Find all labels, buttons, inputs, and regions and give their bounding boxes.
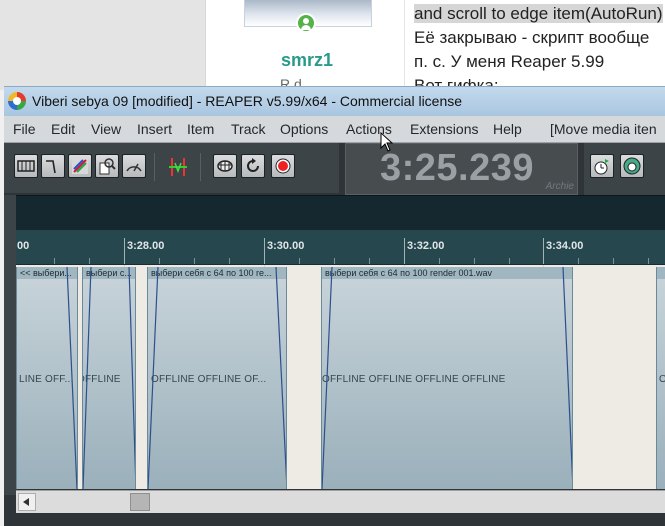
ruler-minor-tick <box>54 258 55 264</box>
record-icon[interactable] <box>271 154 295 178</box>
ruler-minor-tick <box>509 258 510 264</box>
web-left-column <box>0 0 206 90</box>
loop-icon[interactable] <box>241 154 265 178</box>
media-item[interactable]: << выбери... LINE OFF... <box>16 267 78 489</box>
headphone-icon[interactable] <box>620 154 644 178</box>
menu-file[interactable]: File <box>13 121 36 137</box>
ruler-label: 3:30.00 <box>267 240 305 252</box>
region-lane[interactable] <box>16 195 665 231</box>
reaper-window: Viberi sebya 09 [modified] - REAPER v5.9… <box>4 86 665 526</box>
fade-out-curve[interactable] <box>17 267 78 489</box>
scroll-track[interactable] <box>38 494 638 510</box>
scroll-left-button[interactable] <box>18 493 36 511</box>
window-title: Viberi sebya 09 [modified] - REAPER v5.9… <box>32 93 463 109</box>
ruler-minor-tick <box>613 258 614 264</box>
ruler-minor-tick <box>334 258 335 264</box>
scroll-thumb[interactable] <box>130 493 150 511</box>
main-toolbar <box>4 143 339 193</box>
menu-extensions[interactable]: Extensions <box>410 121 478 137</box>
menu-bar: File Edit View Insert Item Track Options… <box>4 116 665 143</box>
media-item-header <box>657 267 665 279</box>
fade-curves[interactable] <box>83 267 136 489</box>
horizontal-scrollbar[interactable] <box>16 490 665 513</box>
toolbar-separator <box>154 153 155 181</box>
media-item[interactable]: выбери себя с 64 по 100 re... OFFLINE OF… <box>147 267 287 489</box>
menu-options[interactable]: Options <box>280 121 328 137</box>
ruler-tick <box>543 238 544 264</box>
post-line-3: п. с. У меня Reaper 5.99 <box>414 52 605 71</box>
toolbar-separator <box>200 153 201 181</box>
ruler-minor-tick <box>89 258 90 264</box>
ruler-label: 3:28.00 <box>127 240 165 252</box>
color-icon[interactable] <box>68 154 92 178</box>
offline-label: OF <box>659 374 665 385</box>
ruler-minor-tick <box>439 258 440 264</box>
forum-username[interactable]: smrz1 <box>244 50 370 71</box>
arrange-view[interactable]: << выбери... LINE OFF... выбери с... OFF… <box>16 265 665 489</box>
ruler-minor-tick <box>648 258 649 264</box>
ruler-tick <box>124 238 125 264</box>
menu-track[interactable]: Track <box>231 121 265 137</box>
reaper-app-icon[interactable] <box>8 92 26 110</box>
media-item[interactable]: выбери с... OFFLINE <box>82 267 136 489</box>
forum-post-text: and scroll to edge item(AutoRun) Её закр… <box>414 2 663 98</box>
time-readout: 3:25.239 <box>380 147 535 189</box>
menu-insert[interactable]: Insert <box>137 121 172 137</box>
item-props-icon[interactable] <box>95 154 119 178</box>
mouse-cursor-icon <box>380 132 394 152</box>
ruler-minor-tick <box>194 258 195 264</box>
menu-view[interactable]: View <box>91 121 121 137</box>
post-line-2: Её закрываю - скрипт вообще <box>414 28 650 47</box>
title-bar[interactable]: Viberi sebya 09 [modified] - REAPER v5.9… <box>4 86 665 116</box>
fade-curves[interactable] <box>148 267 287 489</box>
ruler-tick <box>264 238 265 264</box>
track-panel-edge <box>4 195 16 495</box>
menu-edit[interactable]: Edit <box>51 121 75 137</box>
ruler-minor-tick <box>578 258 579 264</box>
ruler-minor-tick <box>299 258 300 264</box>
menu-help[interactable]: Help <box>493 121 522 137</box>
clock-icon[interactable] <box>590 154 614 178</box>
meter-icon[interactable] <box>122 154 146 178</box>
post-line-1: and scroll to edge item(AutoRun) <box>414 4 663 23</box>
ruler-label: 3:32.00 <box>407 240 445 252</box>
media-item[interactable]: выбери себя с 64 по 100 render 001.wav O… <box>321 267 573 489</box>
menu-item[interactable]: Item <box>187 121 214 137</box>
theme-label: Archie <box>545 181 574 192</box>
web-divider <box>404 0 405 90</box>
ripple-icon[interactable] <box>165 154 189 178</box>
menu-last-action[interactable]: [Move media iten <box>550 121 657 137</box>
online-status-icon <box>296 13 316 33</box>
ruler-minor-tick <box>229 258 230 264</box>
ruler-label: 3:34.00 <box>546 240 584 252</box>
ruler-tick <box>404 238 405 264</box>
envelope-icon[interactable] <box>41 154 65 178</box>
timeline-ruler[interactable]: 00 3:28.00 3:30.00 3:32.00 3:34.00 <box>16 230 665 265</box>
media-item[interactable]: OF <box>656 267 665 489</box>
ruler-label: 00 <box>17 240 30 252</box>
ruler-minor-tick <box>474 258 475 264</box>
ruler-minor-tick <box>369 258 370 264</box>
ruler-minor-tick <box>159 258 160 264</box>
metronome-icon[interactable] <box>213 154 237 178</box>
fade-curves[interactable] <box>322 267 573 489</box>
track-icon[interactable] <box>14 154 38 178</box>
right-toolbar <box>584 143 665 195</box>
